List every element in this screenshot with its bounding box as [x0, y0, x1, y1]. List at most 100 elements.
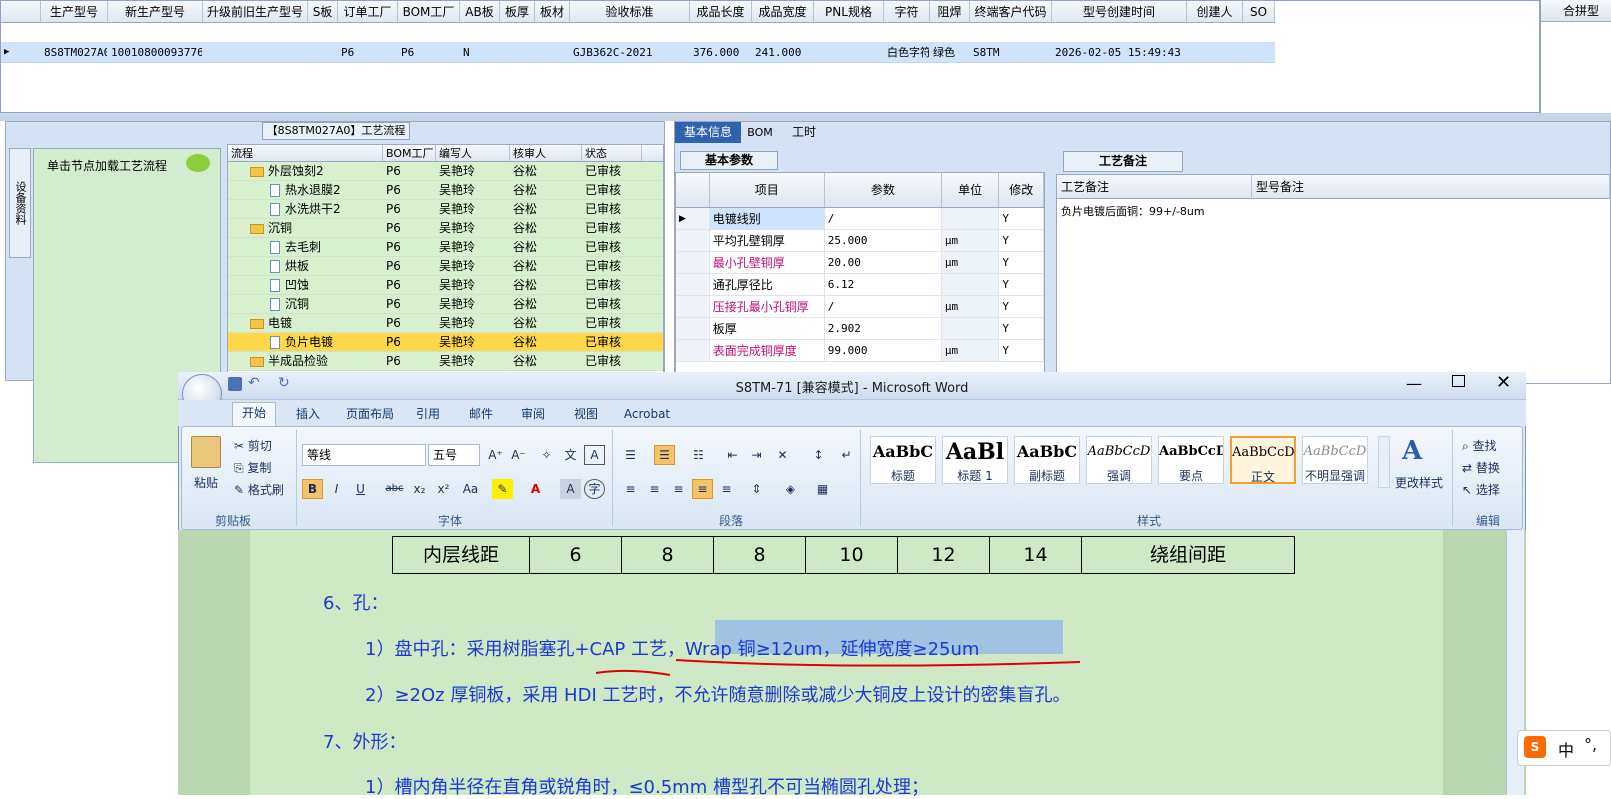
grid-header-cell[interactable]: 生产型号 [41, 1, 108, 22]
process-note-text[interactable]: 负片电镀后面铜：99+/-8um [1061, 203, 1205, 219]
model-grid-row[interactable]: ▶ 8S8TM027A0 10010800093776 P6 P6 N GJB362C-20… [1, 42, 1275, 63]
tree-node[interactable]: 电镀 [228, 314, 383, 332]
grid-header-cell[interactable]: 型号创建时间 [1052, 1, 1187, 22]
tree-row[interactable]: 沉铜 P6 吴艳玲 谷松 已审核 [228, 219, 663, 238]
change-case-icon[interactable]: Aa [460, 479, 481, 499]
grid-header-cell[interactable]: 成品长度 [690, 1, 752, 22]
find-button[interactable]: ⌕ 查找 [1462, 437, 1497, 454]
tree-row[interactable]: 负片电镀 P6 吴艳玲 谷松 已审核 [228, 333, 663, 352]
grid-cell[interactable]: 8S8TM027A0 [41, 42, 108, 62]
superscript-icon[interactable]: x² [433, 479, 454, 499]
show-marks-icon[interactable]: ↵ [836, 445, 857, 465]
style-tile[interactable]: AaBbCcD 要点 [1158, 436, 1224, 484]
grid-header-cell[interactable]: PNL规格 [814, 1, 884, 22]
equipment-tab[interactable]: 设备资料 [9, 148, 31, 258]
style-tile[interactable]: AaBbCcD 强调 [1086, 436, 1152, 484]
grid-cell[interactable]: P6 [398, 42, 460, 62]
param-row[interactable]: 最小孔壁铜厚 20.00 μm Y [676, 252, 1044, 274]
grid-cell[interactable] [814, 42, 884, 62]
align-left-icon[interactable]: ≡ [620, 479, 641, 499]
bold-icon[interactable]: B [302, 479, 323, 499]
minimize-icon[interactable]: — [1406, 374, 1422, 393]
grow-font-icon[interactable]: A⁺ [485, 445, 506, 465]
line-spacing-icon[interactable]: ⇕ [746, 479, 767, 499]
font-size-select[interactable]: 五号 [428, 444, 480, 466]
tree-row[interactable]: 烘板 P6 吴艳玲 谷松 已审核 [228, 257, 663, 276]
style-tile[interactable]: AaBl 标题 1 [942, 436, 1008, 484]
grid-cell[interactable] [535, 42, 570, 62]
grid-header-cell[interactable]: 终端客户代码 [970, 1, 1052, 22]
style-tile[interactable]: AaBbCcD 正文 [1230, 436, 1296, 484]
tree-row[interactable]: 沉铜 P6 吴艳玲 谷松 已审核 [228, 295, 663, 314]
grid-cell[interactable]: S8TM [970, 42, 1052, 62]
param-modify[interactable]: Y [999, 340, 1044, 361]
tree-row[interactable]: 凹蚀 P6 吴艳玲 谷松 已审核 [228, 276, 663, 295]
param-row[interactable]: 表面完成铜厚度 99.000 μm Y [676, 340, 1044, 362]
tree-row[interactable]: 外层蚀刻2 P6 吴艳玲 谷松 已审核 [228, 162, 663, 181]
ribbon-tab[interactable]: Acrobat [617, 404, 677, 424]
grid-cell[interactable]: P6 [338, 42, 398, 62]
font-color-icon[interactable]: A [525, 479, 546, 499]
tab-basic-params[interactable]: 基本参数 [680, 151, 778, 170]
cut-button[interactable]: ✂ 剪切 [234, 437, 272, 454]
grid-header-cell[interactable]: 成品宽度 [752, 1, 814, 22]
param-value[interactable]: 2.902 [825, 318, 942, 339]
sort-icon[interactable]: ↕ [808, 445, 829, 465]
grid-header-cell[interactable]: 验收标准 [570, 1, 690, 22]
grid-cell[interactable] [1187, 42, 1243, 62]
strikethrough-icon[interactable]: abc [384, 479, 405, 499]
borders-icon[interactable]: ▦ [812, 479, 833, 499]
grid-header-cell[interactable]: SO [1243, 1, 1275, 22]
ribbon-tab[interactable]: 视图 [566, 404, 606, 424]
grid-header-cell[interactable]: 阻焊 [930, 1, 970, 22]
grid-cell[interactable] [500, 42, 535, 62]
ime-toolbar[interactable]: S 中 °, [1517, 730, 1611, 766]
char-border-icon[interactable]: A [584, 445, 605, 465]
style-tile[interactable]: AaBbC 标题 [870, 436, 936, 484]
doc-table-row[interactable]: 内层线距 6 8 8 10 12 14 绕组间距 [392, 536, 1295, 574]
paste-icon[interactable] [191, 436, 221, 468]
tree-row[interactable]: 半成品检验 P6 吴艳玲 谷松 已审核 [228, 352, 663, 371]
ribbon-tab[interactable]: 开始 [232, 402, 276, 427]
grid-cell[interactable]: 2026-02-05 15:49:43 [1052, 42, 1187, 62]
grid-cell[interactable]: 241.000 [752, 42, 814, 62]
tree-node[interactable]: 凹蚀 [228, 276, 383, 294]
grid-cell[interactable]: GJB362C-2021 [570, 42, 690, 62]
grid-header-cell[interactable]: 板厚 [500, 1, 535, 22]
grid-cell[interactable]: N [460, 42, 500, 62]
align-right-icon[interactable]: ≡ [668, 479, 689, 499]
tree-node[interactable]: 沉铜 [228, 219, 383, 237]
change-styles-button[interactable]: 更改样式 [1395, 474, 1443, 491]
font-name-select[interactable]: 等线 [302, 444, 426, 466]
tree-node[interactable]: 外层蚀刻2 [228, 162, 383, 180]
param-modify[interactable]: Y [999, 252, 1044, 273]
grid-cell[interactable]: 376.000 [690, 42, 752, 62]
tab-bom[interactable]: BOM [745, 122, 775, 143]
grid-cell[interactable]: 绿色 [930, 42, 970, 62]
param-header-cell[interactable]: 修改 [999, 173, 1044, 207]
numbering-icon[interactable]: ☰ [654, 445, 675, 465]
bullets-icon[interactable]: ☰ [620, 445, 641, 465]
param-modify[interactable]: Y [999, 274, 1044, 295]
grid-header-cell[interactable]: 创建人 [1187, 1, 1243, 22]
grid-header-cell[interactable]: 升级前旧生产型号 [203, 1, 308, 22]
grid-header-cell[interactable]: S板 [308, 1, 338, 22]
char-shading-icon[interactable]: A [560, 479, 581, 499]
tab-basic-info[interactable]: 基本信息 [675, 122, 741, 143]
grid-cell[interactable] [203, 42, 308, 62]
tree-header-cell[interactable]: 核审人 [510, 145, 582, 161]
tree-row[interactable]: 水洗烘干2 P6 吴艳玲 谷松 已审核 [228, 200, 663, 219]
param-value[interactable]: 99.000 [825, 340, 942, 361]
highlight-icon[interactable]: ✎ [492, 479, 513, 499]
param-value[interactable]: 20.00 [825, 252, 942, 273]
grid-cell[interactable]: 白色字符 [884, 42, 930, 62]
tree-header-cell[interactable]: BOM工厂 [383, 145, 436, 161]
grid-header-cell[interactable]: BOM工厂 [398, 1, 460, 22]
param-row[interactable]: 平均孔壁铜厚 25.000 μm Y [676, 230, 1044, 252]
format-painter-button[interactable]: ✎ 格式刷 [234, 481, 284, 498]
change-styles-icon[interactable]: A [1402, 436, 1428, 468]
decrease-indent-icon[interactable]: ⇤ [722, 445, 743, 465]
italic-icon[interactable]: I [326, 479, 347, 499]
grid-header-cell[interactable]: AB板 [460, 1, 500, 22]
param-value[interactable]: / [825, 208, 942, 229]
